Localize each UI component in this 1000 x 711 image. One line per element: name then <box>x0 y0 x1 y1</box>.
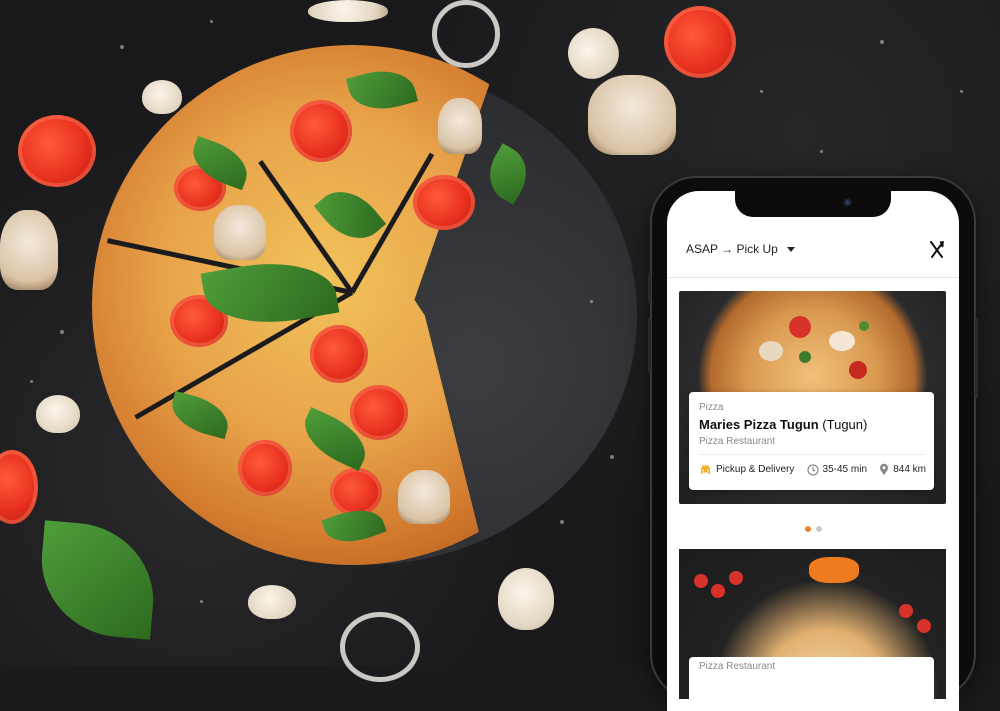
restaurant-name: Maries Pizza Tugun (Tugun) <box>699 417 867 432</box>
app-header: ASAP → Pick Up <box>667 235 959 278</box>
mushroom-whole <box>588 75 676 155</box>
phone-mockup: ASAP → Pick Up Pizza Maries Pizza Tugun … <box>648 178 978 711</box>
mushroom-slice <box>438 98 482 154</box>
onion-ring <box>432 0 500 68</box>
mushroom-slice <box>398 470 450 524</box>
restaurant-suburb: (Tugun) <box>822 417 868 432</box>
clock-icon <box>806 463 819 476</box>
restaurant-type: Pizza Restaurant <box>699 436 776 447</box>
front-camera <box>843 198 852 207</box>
time-meta: 35-45 min <box>806 463 868 476</box>
location-pin-icon <box>880 463 889 475</box>
mute-switch <box>648 273 651 303</box>
whole-tomato <box>18 115 96 187</box>
caret-down-icon <box>786 246 795 252</box>
garlic-clove <box>248 585 296 619</box>
onion-ring <box>340 612 420 682</box>
garlic-clove <box>142 80 182 114</box>
basil-sprig <box>35 520 160 640</box>
tomato-slice <box>310 325 368 383</box>
power-button <box>975 318 978 398</box>
car-icon <box>701 465 710 474</box>
tomato-slice <box>290 100 352 162</box>
garlic-clove <box>36 395 80 433</box>
distance-label: 844 km <box>893 464 926 475</box>
phone-screen: ASAP → Pick Up Pizza Maries Pizza Tugun … <box>667 191 959 711</box>
restaurant-card[interactable]: Pizza Restaurant <box>679 549 946 699</box>
service-meta: Pickup & Delivery <box>699 464 794 476</box>
garlic-clove <box>498 568 554 630</box>
info-divider <box>699 454 924 455</box>
volume-up-button <box>648 318 651 373</box>
order-mode-label: ASAP → Pick Up <box>686 242 778 256</box>
tomato-slice <box>413 175 475 230</box>
restaurant-category: Pizza Restaurant <box>699 661 776 672</box>
carousel-dot-active[interactable] <box>804 526 811 532</box>
notch <box>735 191 891 217</box>
carousel-dot[interactable] <box>815 526 822 532</box>
mushroom-whole <box>0 210 58 290</box>
time-label: 35-45 min <box>822 464 868 475</box>
restaurant-name-bold: Maries Pizza Tugun <box>699 417 819 432</box>
order-mode-selector[interactable]: ASAP → Pick Up <box>686 242 795 256</box>
restaurant-info-panel: Pizza Restaurant <box>689 657 934 699</box>
restaurant-meta-row: Pickup & Delivery 35-45 min 844 km <box>699 463 926 476</box>
restaurant-card[interactable]: Pizza Maries Pizza Tugun (Tugun) Pizza R… <box>679 291 946 504</box>
fork-knife-icon[interactable] <box>929 241 945 259</box>
restaurant-category: Pizza <box>699 402 724 413</box>
whole-tomato <box>0 450 38 524</box>
mushroom-slice <box>214 205 266 260</box>
tomato-slice <box>350 385 408 440</box>
tomato-slice <box>238 440 292 496</box>
distance-meta: 844 km <box>879 463 926 476</box>
tomato-slice <box>330 468 382 516</box>
service-label: Pickup & Delivery <box>716 464 795 475</box>
carousel-dots <box>667 526 959 532</box>
garlic-clove <box>308 0 388 22</box>
restaurant-info-panel: Pizza Maries Pizza Tugun (Tugun) Pizza R… <box>689 392 934 490</box>
whole-tomato <box>664 6 736 78</box>
